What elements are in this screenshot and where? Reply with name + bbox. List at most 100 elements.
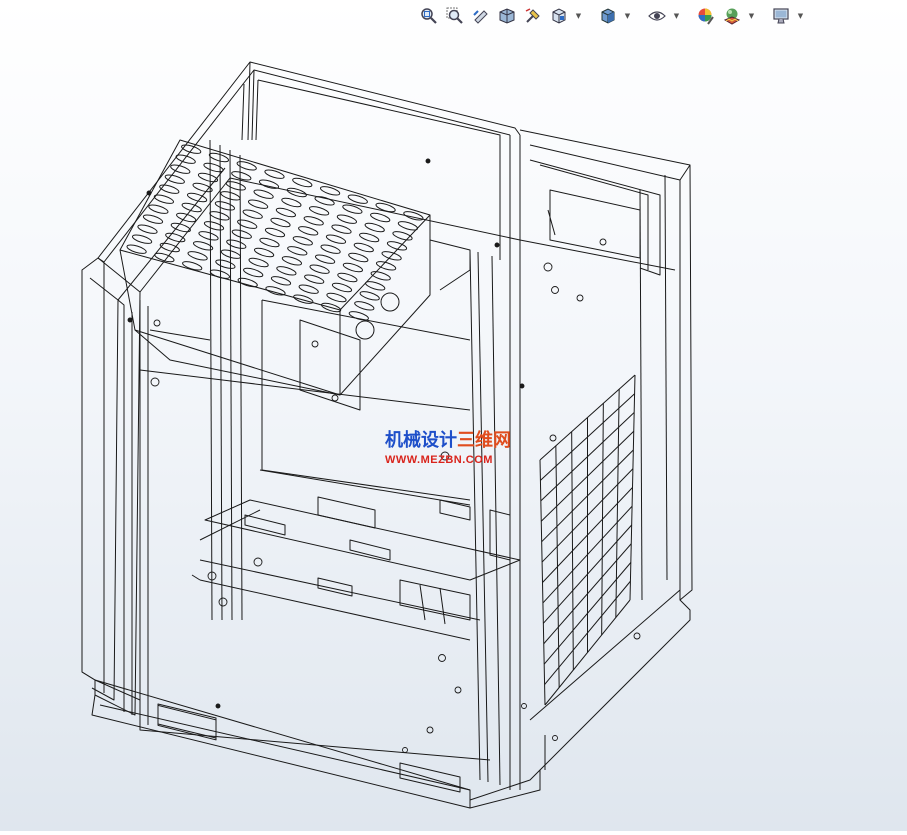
hide-show-items-icon bbox=[648, 11, 666, 21]
display-style-dropdown[interactable]: ▼ bbox=[623, 5, 632, 27]
display-style-button[interactable] bbox=[597, 5, 619, 27]
watermark-title-highlight: 三维网 bbox=[457, 430, 511, 451]
vent-slot bbox=[364, 222, 385, 233]
view-orientation-dropdown[interactable]: ▼ bbox=[574, 5, 583, 27]
vent-slot bbox=[281, 197, 302, 208]
watermark: 机械设计三维网 WWW.MEZBN.COM bbox=[385, 426, 511, 466]
vent-slot bbox=[265, 286, 286, 296]
vent-slot bbox=[165, 232, 186, 243]
fan-box bbox=[299, 239, 471, 411]
vent-slot bbox=[248, 257, 269, 268]
vent-slot bbox=[314, 196, 335, 206]
vent-slot bbox=[253, 189, 274, 199]
vent-slot bbox=[314, 254, 336, 264]
vent-slot bbox=[259, 237, 280, 248]
section-view-icon bbox=[499, 8, 515, 24]
apply-scene-dropdown[interactable]: ▼ bbox=[747, 5, 756, 27]
view-settings-dropdown[interactable]: ▼ bbox=[796, 5, 805, 27]
vent-slot bbox=[198, 231, 219, 241]
display-style-icon bbox=[601, 8, 615, 24]
view-orientation-button[interactable] bbox=[548, 5, 570, 27]
vent-slot bbox=[215, 259, 236, 269]
vent-slot bbox=[336, 214, 358, 224]
cabinet-left-panel bbox=[81, 257, 141, 716]
zoom-to-fit-button[interactable] bbox=[418, 5, 440, 27]
vent-slot bbox=[303, 216, 324, 226]
vent-slot bbox=[197, 172, 219, 183]
right-top-subframe bbox=[529, 159, 661, 276]
vent-slot bbox=[126, 244, 147, 254]
vent-slot bbox=[159, 242, 180, 253]
vent-slot bbox=[304, 274, 325, 284]
previous-view-icon bbox=[473, 10, 488, 24]
vent-slot bbox=[243, 267, 264, 278]
vent-slot bbox=[287, 246, 308, 256]
vent-slot bbox=[214, 201, 236, 211]
section-view-button[interactable] bbox=[496, 5, 518, 27]
right-mesh-panel bbox=[539, 374, 636, 706]
view-orientation-icon bbox=[552, 8, 566, 24]
vent-slot bbox=[348, 252, 369, 263]
cabinet-base bbox=[91, 679, 471, 809]
mesh-line bbox=[615, 389, 620, 618]
mesh-line bbox=[555, 445, 560, 688]
vent-slot bbox=[293, 294, 314, 304]
vent-slot bbox=[319, 186, 341, 196]
zoom-to-fit-icon bbox=[421, 8, 437, 24]
view-settings-button[interactable] bbox=[770, 5, 792, 27]
vent-slot bbox=[253, 247, 275, 258]
vent-slot bbox=[403, 211, 424, 221]
vent-slot bbox=[275, 207, 297, 218]
vent-slot bbox=[209, 211, 230, 221]
hide-show-items-button[interactable] bbox=[646, 5, 668, 27]
mesh-line bbox=[629, 374, 636, 601]
heads-up-view-toolbar: ▼ ▼ ▼ ▼ ▼ bbox=[418, 4, 805, 28]
vent-slot bbox=[153, 194, 175, 204]
vent-slot bbox=[320, 244, 341, 254]
vent-slot bbox=[331, 282, 353, 293]
watermark-url: WWW.MEZBN.COM bbox=[385, 454, 493, 466]
vent-slot bbox=[247, 199, 269, 209]
vent-slot bbox=[342, 262, 364, 273]
graphics-viewport[interactable]: 机械设计三维网 WWW.MEZBN.COM bbox=[0, 30, 907, 831]
apply-scene-button[interactable] bbox=[721, 5, 743, 27]
vent-slot bbox=[298, 284, 319, 294]
vent-slot bbox=[209, 269, 231, 279]
zoom-to-area-icon bbox=[446, 7, 463, 24]
previous-view-button[interactable] bbox=[470, 5, 492, 27]
vent-slot bbox=[242, 209, 263, 219]
vent-slot bbox=[370, 271, 391, 281]
vent-slot bbox=[137, 224, 158, 234]
vent-slot bbox=[281, 256, 303, 266]
edit-appearance-button[interactable] bbox=[695, 5, 717, 27]
vent-slot bbox=[370, 212, 391, 223]
vent-slot bbox=[203, 221, 225, 231]
vent-slot bbox=[270, 276, 292, 286]
vent-slot bbox=[176, 212, 197, 223]
vent-slot bbox=[397, 221, 419, 231]
vent-slot bbox=[264, 227, 286, 238]
vent-slot bbox=[308, 206, 330, 216]
vent-slot bbox=[348, 311, 369, 321]
zoom-to-area-button[interactable] bbox=[444, 5, 466, 27]
hide-show-items-dropdown[interactable]: ▼ bbox=[672, 5, 681, 27]
vent-slot bbox=[337, 272, 358, 283]
vent-slot bbox=[276, 266, 297, 276]
vent-slot bbox=[142, 214, 164, 224]
vent-slot bbox=[359, 291, 380, 301]
vent-slot bbox=[331, 224, 352, 234]
vent-slot bbox=[159, 184, 180, 194]
vent-slot bbox=[181, 144, 202, 154]
vent-slot bbox=[258, 179, 280, 189]
vent-slot bbox=[353, 242, 374, 253]
vent-slot bbox=[181, 202, 202, 213]
view-dynamic-annotation-icon bbox=[525, 8, 540, 23]
vent-slot bbox=[231, 229, 252, 239]
view-dynamic-annotation-button[interactable] bbox=[522, 5, 544, 27]
vent-slot bbox=[292, 236, 313, 246]
edit-appearance-icon bbox=[698, 8, 714, 25]
cabinet-right-panel bbox=[469, 164, 693, 809]
vent-slot bbox=[325, 234, 347, 244]
vent-slot bbox=[226, 239, 247, 249]
vent-slot bbox=[292, 177, 313, 188]
